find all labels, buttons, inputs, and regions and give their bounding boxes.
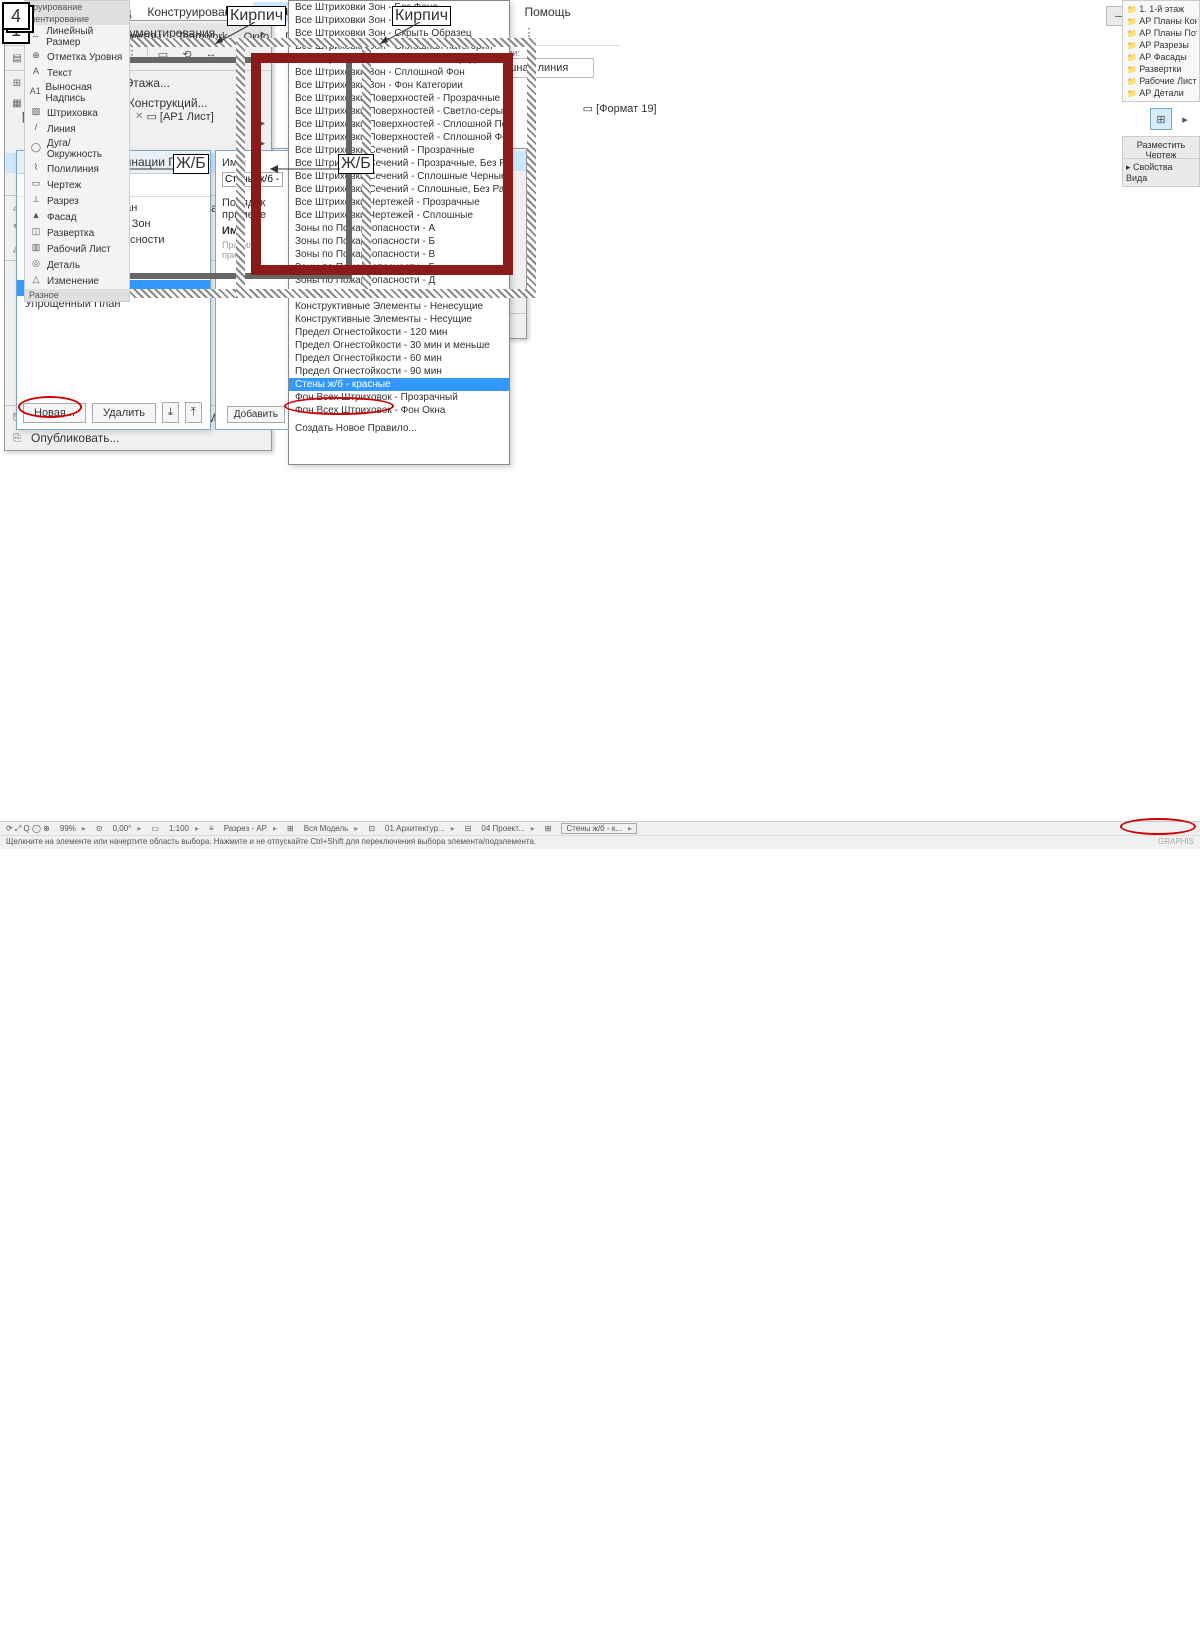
panel-2: 2 Без имени - GRAPHISOFT ARCHICA — ☐ ✕ Д…	[0, 448, 572, 923]
nav-item[interactable]: Рабочие Листы	[1125, 75, 1197, 87]
palette-tool[interactable]: ◫Развертка	[25, 225, 129, 241]
zoom-value[interactable]: 99%	[60, 824, 86, 833]
tool-palette: труирование ментирование ↔Линейный Разме…	[24, 0, 130, 302]
view-value[interactable]: Разрез - АР	[224, 824, 277, 833]
panel-4: 4 труирование ментирование ↔Линейный Раз…	[0, 1283, 755, 1643]
dialog-buttons: Новая... Удалить ⤓ ⤒	[23, 402, 204, 423]
view-props-header[interactable]: ▸ Свойства Вида	[1122, 158, 1200, 187]
rule-option[interactable]: Предел Огнестойкости - 90 мин	[289, 365, 509, 378]
nav-item[interactable]: АР Планы Потол	[1125, 27, 1197, 39]
palette-tool[interactable]: ▨Штриховка	[25, 105, 129, 121]
palette-tool[interactable]: ⌇Полилиния	[25, 161, 129, 177]
nav-icon[interactable]: ⊞	[1150, 108, 1172, 130]
palette-tool[interactable]: ▥Рабочий Лист	[25, 241, 129, 257]
menu-help[interactable]: Помощь	[516, 2, 578, 22]
brand-label: GRAPHIS	[1158, 837, 1194, 846]
scale-value[interactable]: 1:100	[169, 824, 199, 833]
palette-tool[interactable]: AТекст	[25, 65, 129, 81]
palette-head-1[interactable]: труирование	[25, 1, 129, 13]
rule-option[interactable]: Предел Огнестойкости - 120 мин	[289, 326, 509, 339]
rotation-value[interactable]: 0,00°	[113, 824, 142, 833]
palette-tool[interactable]: ⟂Разрез	[25, 193, 129, 209]
badge-4: 4	[2, 2, 30, 30]
rule-option[interactable]: Фон Всех Штриховок - Прозрачный	[289, 391, 509, 404]
nav-item[interactable]: АР Разрезы	[1125, 39, 1197, 51]
export-button[interactable]: ⤓	[162, 402, 179, 423]
rule-option[interactable]: Фон Всех Штриховок - Фон Окна	[289, 404, 509, 417]
rc-label: Ж/Б	[338, 154, 374, 174]
add-button[interactable]: Добавить	[227, 406, 285, 423]
palette-tool[interactable]: ▭Чертеж	[25, 177, 129, 193]
doc-menu-item[interactable]: ⎘Опубликовать...	[5, 428, 271, 448]
rule-option[interactable]: Предел Огнестойкости - 60 мин	[289, 352, 509, 365]
proj-value[interactable]: 04 Проект...	[481, 824, 534, 833]
new-button[interactable]: Новая...	[23, 403, 86, 423]
palette-tool[interactable]: ⊕Отметка Уровня	[25, 49, 129, 65]
palette-tool[interactable]: /Линия	[25, 121, 129, 137]
nav-icons: ⊞ ▸	[1150, 108, 1196, 130]
rule-option[interactable]: Предел Огнестойкости - 30 мин и меньше	[289, 339, 509, 352]
plan-drawing-4: Кирпич Ж/Б	[220, 24, 555, 319]
status-hint: Щелкните на элементе или начертите облас…	[6, 837, 536, 846]
palette-tool[interactable]: ▲Фасад	[25, 209, 129, 225]
nav-item[interactable]: АР Планы Констр	[1125, 15, 1197, 27]
palette-head-2[interactable]: ментирование	[25, 13, 129, 25]
palette-tool[interactable]: △Изменение	[25, 273, 129, 289]
nav-item[interactable]: АР Детали	[1125, 87, 1197, 99]
import-button[interactable]: ⤒	[185, 402, 202, 423]
palette-tool[interactable]: A1Выносная Надпись	[25, 81, 129, 105]
palette-head-3[interactable]: Разное	[25, 289, 129, 301]
nav-icon[interactable]: ▸	[1174, 108, 1196, 130]
override-value[interactable]: Стены ж/б - к...	[561, 823, 637, 834]
arch-value[interactable]: 01 Архитектур...	[385, 824, 455, 833]
palette-tool[interactable]: ◎Деталь	[25, 257, 129, 273]
model-value[interactable]: Вся Модель	[304, 824, 359, 833]
palette-tool[interactable]: ↔Линейный Размер	[25, 25, 129, 49]
rule-option[interactable]: Стены ж/б - красные	[289, 378, 509, 391]
navigator-tree[interactable]: 1. 1-й этаж АР Планы Констр АР Планы Пот…	[1122, 0, 1200, 102]
tab-format19[interactable]: ▭[Формат 19]	[577, 100, 663, 117]
panel-3: 3 Кирпич Ж/Б ⟳⤢Q◯⊕ 99%▸ ⊙0,00°▸ ▭1:100▸ …	[0, 923, 436, 1283]
nav-item[interactable]: Развертки	[1125, 63, 1197, 75]
rc-label: Ж/Б	[173, 154, 209, 174]
delete-button[interactable]: Удалить	[92, 403, 156, 423]
rule-option[interactable]: Создать Новое Правило...	[289, 422, 509, 435]
status-bar-4: ⟳ ⤢ Q ◯ ⊕ 99% ⊙0,00° ▭1:100 ≡Разрез - АР…	[0, 821, 1200, 849]
nav-item[interactable]: 1. 1-й этаж	[1125, 3, 1197, 15]
nav-item[interactable]: АР Фасады	[1125, 51, 1197, 63]
palette-tool[interactable]: ◯Дуга/Окружность	[25, 137, 129, 161]
